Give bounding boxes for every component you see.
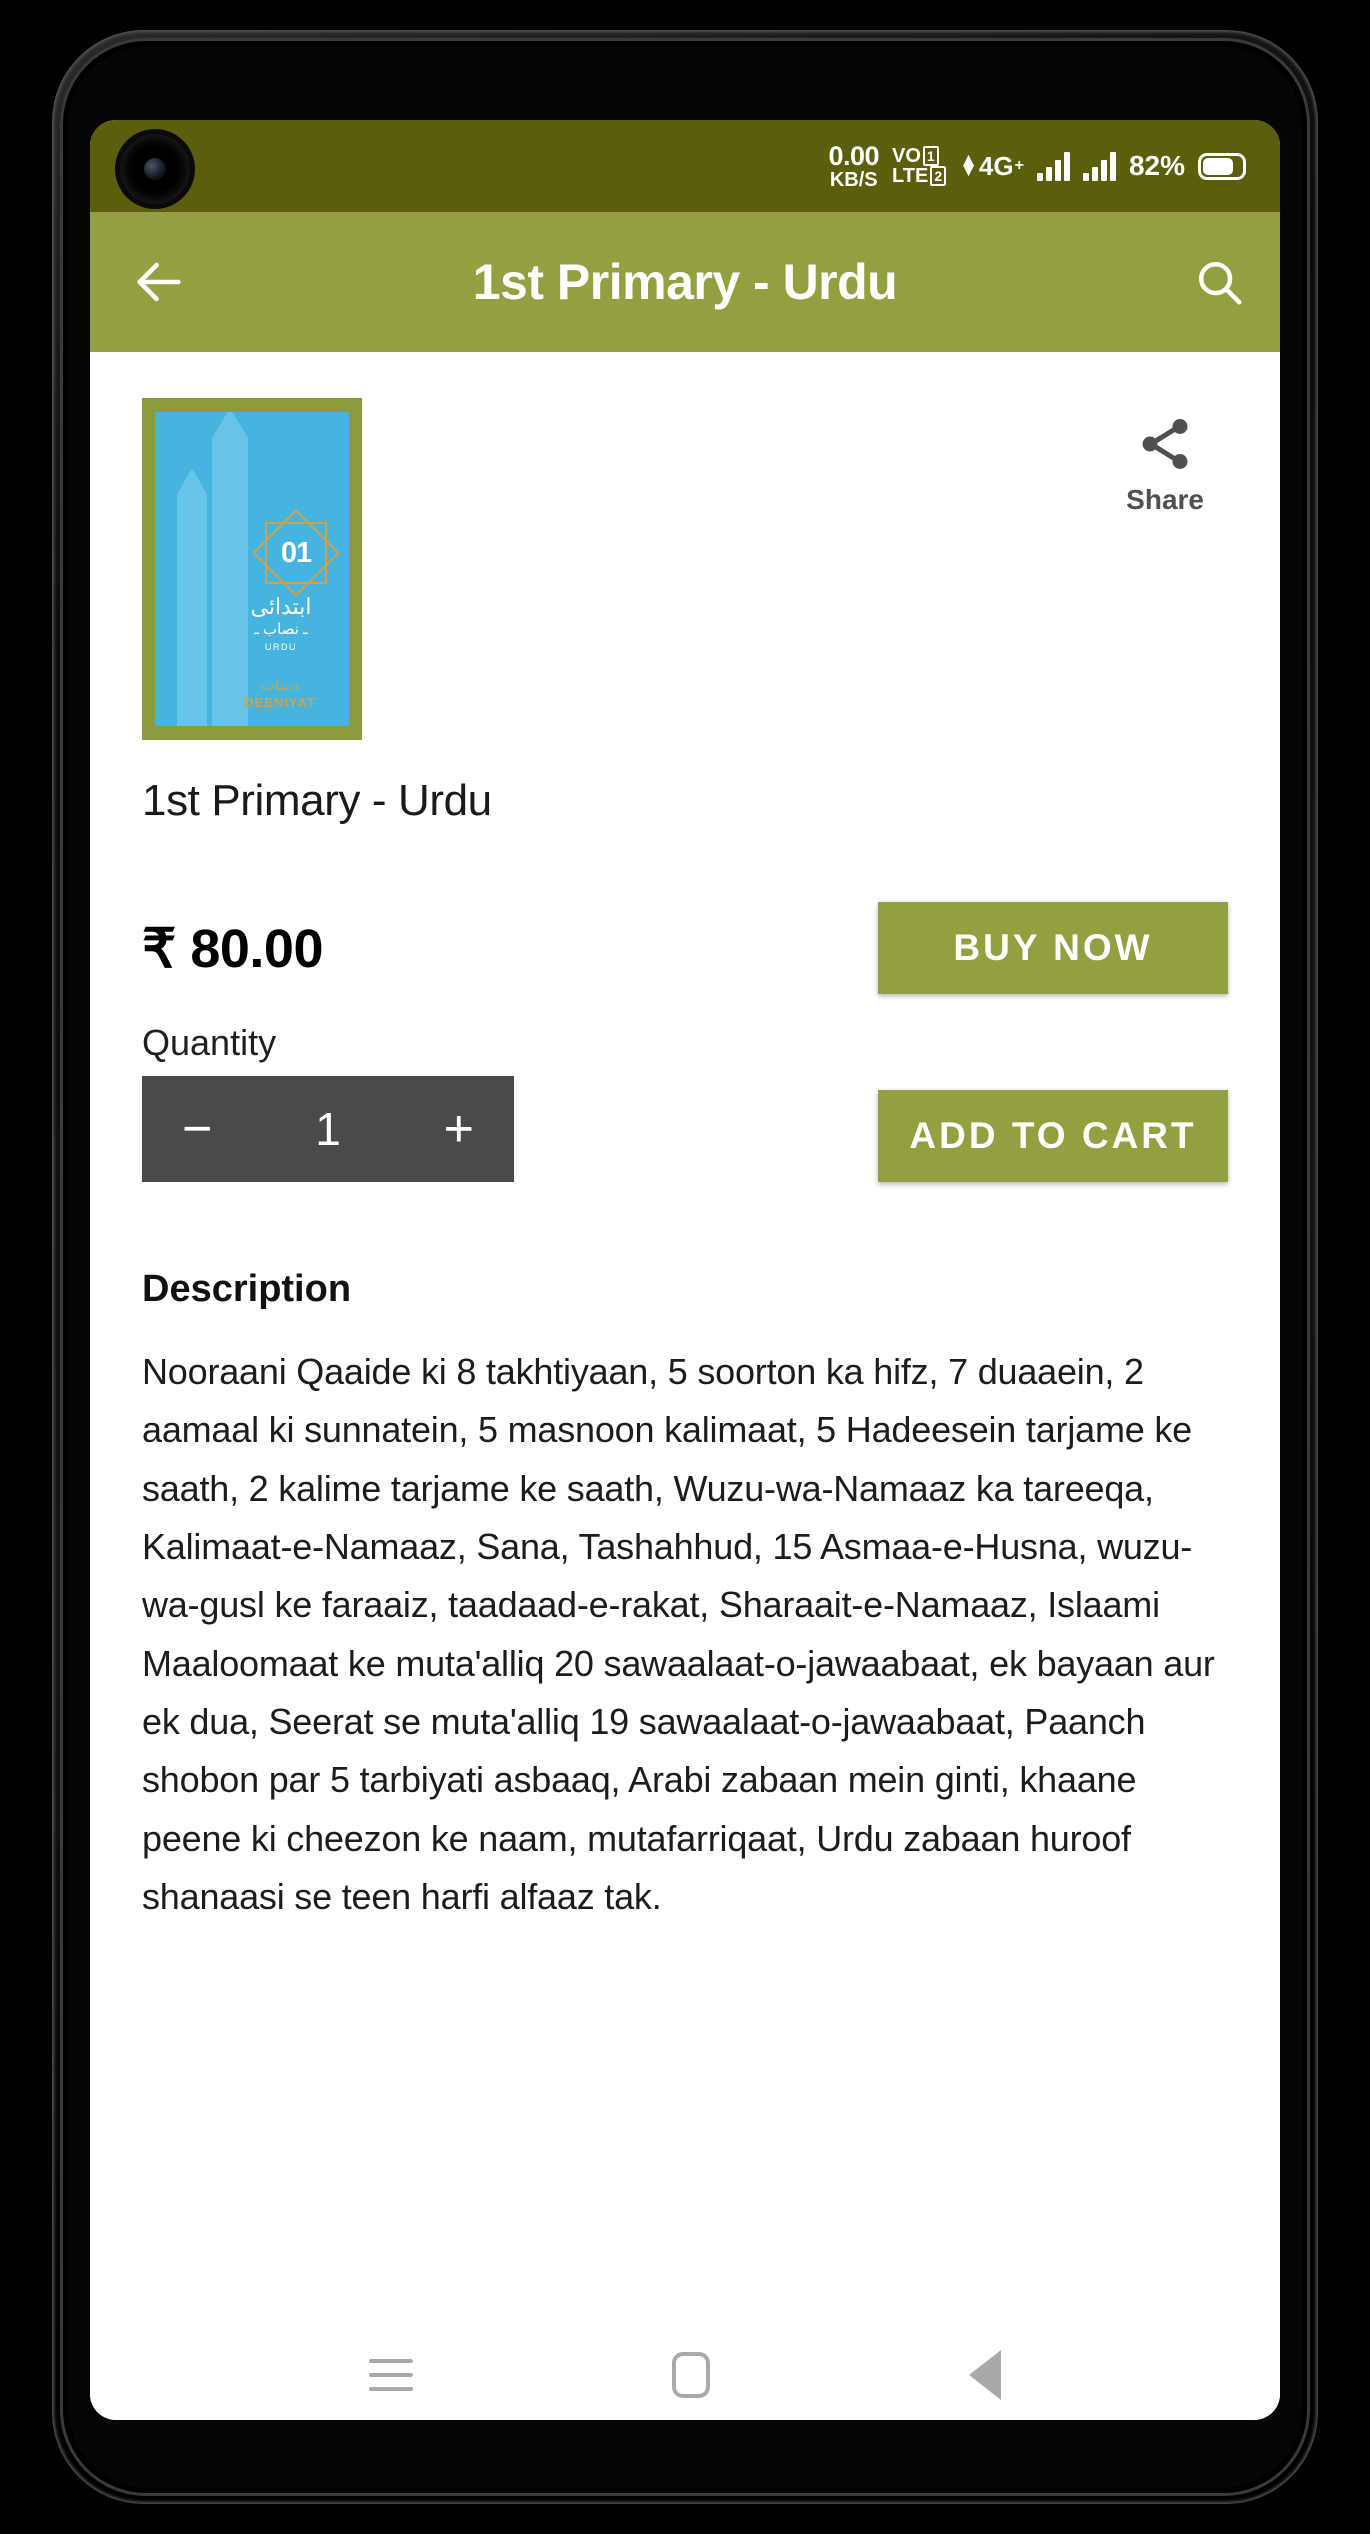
minaret-small-shape bbox=[177, 468, 207, 726]
status-bar-indicators: 0.00 KB/S VO 1 LTE 2 ▲ ▼ 4G + 82% bbox=[828, 140, 1246, 191]
cover-urdu-subtitle: ـ نصاب ـ bbox=[254, 621, 308, 638]
back-triangle-icon[interactable] bbox=[968, 2350, 1001, 2400]
app-bar: 1st Primary - Urdu bbox=[90, 212, 1280, 352]
cover-language-label: URDU bbox=[265, 642, 297, 652]
product-header-row: 01 ابتدائی ـ نصاب ـ URDU دینیات DEENIYAT bbox=[142, 352, 1228, 740]
publisher-logo-name: DEENIYAT bbox=[244, 695, 316, 710]
page-title: 1st Primary - Urdu bbox=[472, 254, 898, 310]
mobile-data-type-icon: ▲ ▼ 4G + bbox=[959, 149, 1024, 182]
quantity-increment-button[interactable]: + bbox=[438, 1103, 480, 1155]
buy-now-button[interactable]: BUY NOW bbox=[878, 902, 1228, 994]
volume-number-label: 01 bbox=[280, 536, 312, 569]
add-to-cart-button[interactable]: ADD TO CART bbox=[878, 1090, 1228, 1182]
quantity-and-cart-row: Quantity − 1 + ADD TO CART bbox=[142, 1022, 1228, 1182]
quantity-value: 1 bbox=[315, 1103, 341, 1155]
volte-icon: VO 1 LTE 2 bbox=[892, 145, 947, 187]
product-cover-artwork: 01 ابتدائی ـ نصاب ـ URDU دینیات DEENIYAT bbox=[155, 412, 349, 726]
volte-sim1-badge: 1 bbox=[922, 146, 939, 166]
network-speed-indicator: 0.00 KB/S bbox=[828, 140, 880, 191]
network-type-label: 4G bbox=[978, 150, 1014, 181]
recents-menu-icon[interactable] bbox=[369, 2359, 414, 2391]
product-name: 1st Primary - Urdu bbox=[142, 776, 492, 825]
home-square-icon[interactable] bbox=[671, 2352, 710, 2398]
screenshot-root: 0.00 KB/S VO 1 LTE 2 ▲ ▼ 4G + 82% 1st Pr… bbox=[0, 0, 1370, 2534]
quantity-stepper[interactable]: − 1 + bbox=[142, 1076, 514, 1182]
battery-percent-label: 82% bbox=[1128, 150, 1185, 181]
volte-sim2-badge: 2 bbox=[930, 166, 947, 186]
description-heading: Description bbox=[142, 1268, 352, 1310]
product-detail-content: 01 ابتدائی ـ نصاب ـ URDU دینیات DEENIYAT bbox=[90, 352, 1280, 2330]
description-body: Nooraani Qaaide ki 8 takhtiyaan, 5 soort… bbox=[142, 1351, 1215, 1917]
battery-icon bbox=[1198, 152, 1246, 180]
price-and-buy-row: ₹ 80.00 BUY NOW bbox=[142, 902, 1228, 994]
signal-strength-sim1-icon bbox=[1036, 151, 1070, 181]
cover-urdu-text-block: ابتدائی ـ نصاب ـ URDU bbox=[227, 596, 335, 652]
product-price: ₹ 80.00 bbox=[142, 918, 324, 979]
share-label: Share bbox=[1126, 484, 1204, 515]
volte-label-line1: VO bbox=[892, 145, 921, 167]
search-icon[interactable] bbox=[1192, 255, 1246, 309]
network-speed-unit: KB/S bbox=[829, 168, 878, 191]
quantity-decrement-button[interactable]: − bbox=[176, 1103, 218, 1155]
cover-urdu-title: ابتدائی bbox=[250, 594, 312, 619]
volume-number-badge: 01 bbox=[252, 509, 340, 597]
network-type-suffix: + bbox=[1014, 157, 1024, 174]
quantity-group: Quantity − 1 + bbox=[142, 1022, 514, 1182]
data-transfer-arrows-icon: ▲ ▼ bbox=[959, 149, 978, 181]
status-bar: 0.00 KB/S VO 1 LTE 2 ▲ ▼ 4G + 82% bbox=[90, 120, 1280, 212]
network-speed-value: 0.00 bbox=[828, 140, 880, 171]
android-navigation-bar bbox=[90, 2330, 1280, 2420]
publisher-logo: دینیات DEENIYAT bbox=[227, 678, 333, 710]
quantity-label: Quantity bbox=[142, 1022, 277, 1063]
share-icon bbox=[1142, 419, 1188, 469]
publisher-logo-mark: دینیات bbox=[260, 677, 300, 694]
front-camera-punch-hole bbox=[120, 134, 190, 204]
share-button[interactable]: Share bbox=[1126, 414, 1204, 516]
signal-strength-sim2-icon bbox=[1082, 151, 1116, 181]
product-cover-image[interactable]: 01 ابتدائی ـ نصاب ـ URDU دینیات DEENIYAT bbox=[142, 398, 362, 740]
phone-screen: 0.00 KB/S VO 1 LTE 2 ▲ ▼ 4G + 82% 1st Pr… bbox=[90, 120, 1280, 2420]
volte-label-line2: LTE bbox=[892, 165, 929, 187]
